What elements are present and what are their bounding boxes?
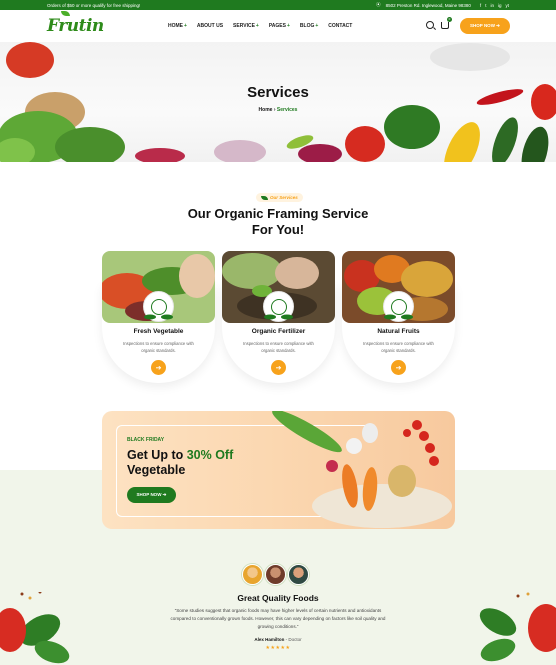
card-text: Inspections to ensure compliance with or… [123, 341, 194, 353]
section-tag-label: Our Services [270, 195, 298, 200]
testimonial-author: Alex Hamilton - Doctor [0, 637, 556, 642]
promo-tag: BLACK FRIDAY [127, 437, 165, 443]
search-icon[interactable] [426, 21, 434, 29]
promo-title-line2: Vegetable [127, 463, 186, 477]
logo-text: Frutin [47, 16, 104, 36]
leaves-decoration-icon [384, 314, 413, 320]
promo-banner: BLACK FRIDAY Get Up to 30% Off Vegetable… [102, 411, 455, 529]
free-shipping-text: Orders of $50 or more qualify for free s… [47, 2, 141, 8]
plus-icon: + [184, 23, 187, 29]
section-title: Our Organic Framing Service For You! [0, 206, 556, 238]
cart-icon[interactable]: 0 [441, 16, 452, 29]
breadcrumb: Home › Services [0, 107, 556, 113]
nav-pages-label: PAGES [268, 23, 286, 29]
nav-about-label: ABOUT US [196, 23, 224, 29]
card-arrow-button[interactable]: ➔ [271, 360, 286, 375]
page-title: Services [247, 84, 309, 101]
nav-contact[interactable]: CONTACT [328, 23, 352, 29]
leaves-decoration-icon [144, 314, 173, 320]
card-arrow-button[interactable]: ➔ [151, 360, 166, 375]
rating-stars: ★★★★★ [265, 645, 291, 651]
plus-icon: + [315, 23, 319, 29]
instagram-icon[interactable]: ig [498, 3, 502, 8]
social-links: f t in ig yt [480, 3, 509, 8]
avatar[interactable] [265, 564, 286, 585]
nav-service[interactable]: SERVICE + [233, 23, 259, 29]
top-bar: Orders of $50 or more qualify for free s… [0, 0, 556, 10]
testimonial-avatars [242, 564, 309, 585]
breadcrumb-current: Services [276, 107, 298, 113]
nav-home[interactable]: HOME + [168, 23, 187, 29]
card-title: Natural Fruits [377, 328, 420, 335]
site-logo[interactable]: Frutin [47, 11, 104, 36]
service-card[interactable]: Natural Fruits Inspections to ensure com… [342, 251, 455, 383]
promo-title: Get Up to 30% Off Vegetable [127, 448, 267, 478]
service-card[interactable]: Organic Fertilizer Inspections to ensure… [222, 251, 335, 383]
location-icon: ⦿ [376, 2, 381, 7]
card-title: Organic Fertilizer [251, 328, 306, 335]
avatar[interactable] [288, 564, 309, 585]
card-text: Inspections to ensure compliance with or… [363, 341, 434, 353]
nav-service-label: SERVICE [233, 23, 255, 29]
nav-blog-label: BLOG [299, 23, 315, 29]
nav-home-label: HOME [168, 23, 183, 29]
top-bar-right: ⦿ 8502 Preston Rd. Inglewood, Maine 9838… [376, 2, 509, 8]
card-title: Fresh Vegetable [133, 328, 184, 335]
breadcrumb-home[interactable]: Home [259, 107, 273, 113]
twitter-icon[interactable]: t [485, 3, 486, 8]
nav-blog[interactable]: BLOG + [300, 23, 318, 29]
section-title-line1: Our Organic Framing Service [187, 206, 369, 221]
promo-discount: 30% Off [186, 448, 234, 462]
leaf-icon [261, 195, 268, 200]
site-header: Frutin HOME + ABOUT US SERVICE + PAGES + BL… [0, 10, 556, 42]
youtube-icon[interactable]: yt [505, 3, 509, 8]
promo-shop-now-button[interactable]: SHOP NOW ➔ [127, 487, 176, 503]
nav-about[interactable]: ABOUT US [197, 23, 223, 29]
nav-contact-label: CONTACT [328, 23, 353, 29]
plus-icon: + [286, 23, 290, 29]
service-card[interactable]: Fresh Vegetable Inspections to ensure co… [102, 251, 215, 383]
card-arrow-button[interactable]: ➔ [391, 360, 406, 375]
linkedin-icon[interactable]: in [490, 3, 494, 8]
author-role: - Doctor [284, 637, 302, 642]
promo-title-prefix: Get Up to [127, 448, 187, 462]
header-icons: 0 [426, 16, 452, 29]
avatar[interactable] [242, 564, 263, 585]
leaves-decoration-icon [264, 314, 293, 320]
shop-now-button[interactable]: SHOP NOW ➔ [460, 18, 510, 34]
author-name: Alex Hamilton [254, 637, 285, 642]
main-nav: HOME + ABOUT US SERVICE + PAGES + BLOG + CON… [168, 23, 352, 29]
cart-count-badge: 0 [447, 16, 452, 22]
address-text: 8502 Preston Rd. Inglewood, Maine 98380 [385, 2, 471, 8]
testimonial-title: Great Quality Foods [237, 593, 319, 603]
nav-pages[interactable]: PAGES + [269, 23, 290, 29]
hero-vegetables-image [0, 42, 556, 162]
page-hero: Services Home › Services [0, 42, 556, 162]
section-title-line2: For You! [251, 222, 305, 237]
facebook-icon[interactable]: f [480, 3, 481, 8]
section-tag: Our Services [256, 193, 303, 202]
plus-icon: + [255, 23, 259, 29]
card-text: Inspections to ensure compliance with or… [243, 341, 314, 353]
testimonial-quote: “Some studies suggest that organic foods… [170, 608, 386, 629]
